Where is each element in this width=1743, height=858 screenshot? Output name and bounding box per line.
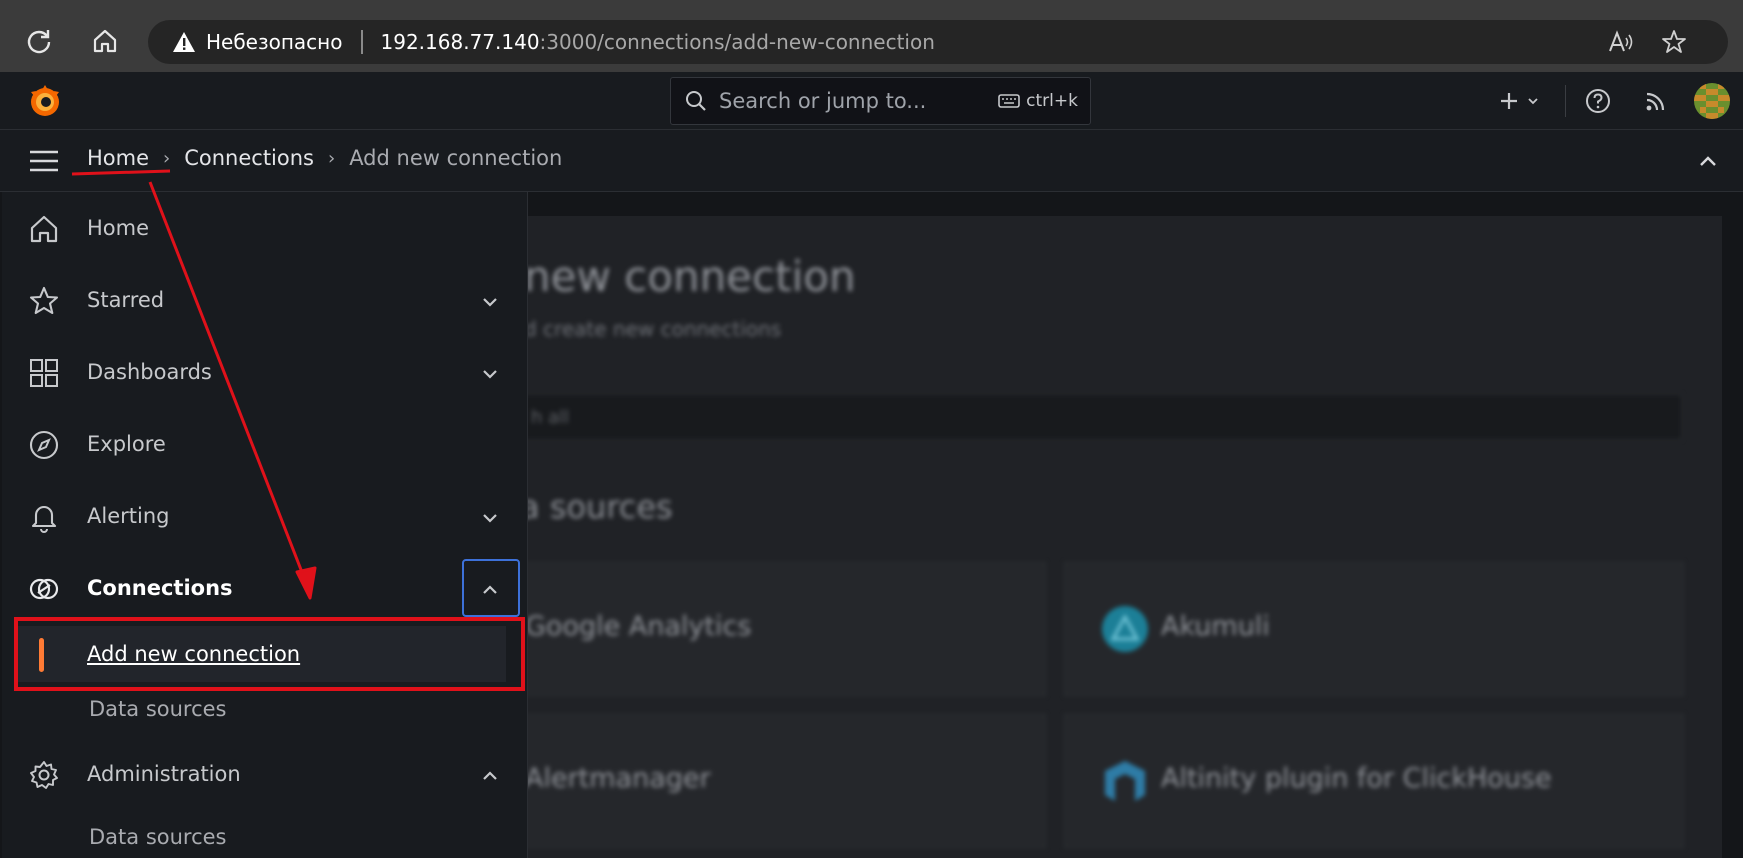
sidebar-item-dashboards[interactable]: Dashboards [2,345,528,401]
compass-icon [29,430,59,460]
search-input[interactable]: Search or jump to... ctrl+k [670,77,1091,125]
datasource-card-label: Akumuli [1161,611,1270,642]
chevron-down-icon[interactable] [479,507,501,529]
sidebar-item-explore[interactable]: Explore [2,417,528,473]
connections-collapse-button[interactable] [462,559,520,617]
sidebar-item-label: Explore [87,432,166,456]
home-icon[interactable] [86,22,124,60]
datasource-card-label: Alertmanager [525,763,711,794]
datasource-card[interactable]: Alertmanager [520,714,1046,848]
search-shortcut: ctrl+k [998,91,1078,111]
sidebar-item-administration[interactable]: Administration [2,747,528,803]
address-divider [360,30,363,54]
datasource-card[interactable]: Akumuli [1064,562,1684,696]
warning-icon[interactable] [172,31,196,53]
sidebar-item-label: Alerting [87,504,170,528]
sidebar-item-alerting[interactable]: Alerting [2,489,528,545]
sidebar-item-label: Dashboards [87,360,212,384]
sidebar-menu: Home Starred Dashboards Explore Alerting… [2,192,528,858]
bell-icon [31,506,57,533]
akumuli-icon [1102,606,1148,652]
shortcut-text: ctrl+k [1026,91,1078,111]
browser-toolbar: Небезопасно 192.168.77.140:3000/connecti… [0,0,1743,72]
url-host[interactable]: 192.168.77.140 [381,30,540,54]
connections-icon [29,578,59,600]
page-title: new connection [524,252,856,301]
address-bar[interactable]: Небезопасно 192.168.77.140:3000/connecti… [148,20,1728,64]
datasource-card-label: Altinity plugin for ClickHouse [1161,763,1552,794]
gear-icon [30,761,58,789]
grafana-logo[interactable] [26,82,64,120]
connections-search-placeholder: h all [531,407,570,428]
reload-icon[interactable] [20,22,58,60]
dashboards-grid-icon [30,359,58,387]
news-feed-icon[interactable] [1640,82,1672,120]
grafana-topbar: Search or jump to... ctrl+k [0,72,1743,130]
sidebar-item-label: Home [87,216,150,240]
datasource-card-label: Google Analytics [525,611,752,642]
new-dropdown-button[interactable] [1494,82,1544,120]
breadcrumb-current: Add new connection [349,146,563,170]
search-icon [686,91,706,111]
insecure-label[interactable]: Небезопасно [206,30,343,54]
screenshot-root: Небезопасно 192.168.77.140:3000/connecti… [0,0,1743,858]
sidebar-item-label: Starred [87,288,165,312]
section-heading: a sources [520,488,673,526]
star-icon [29,286,59,315]
sidebar-item-label: Connections [87,576,233,600]
sidebar-item-home[interactable]: Home [2,201,528,257]
chevron-up-icon[interactable] [1696,150,1720,174]
chevron-down-icon [1528,98,1538,105]
breadcrumb: Home › Connections › Add new connection [87,146,562,170]
home-icon [30,215,58,243]
menu-toggle-icon[interactable] [28,150,60,172]
datasource-card[interactable]: Google Analytics [520,562,1046,696]
breadcrumb-separator: › [163,147,171,169]
breadcrumb-home[interactable]: Home [87,146,149,170]
chevron-down-icon[interactable] [479,291,501,313]
read-aloud-icon[interactable] [1604,24,1640,60]
avatar[interactable] [1694,83,1730,119]
sidebar-subitem-admin-data-sources[interactable]: Data sources [89,825,227,849]
sidebar-item-starred[interactable]: Starred [2,273,528,329]
annotation-highlight-box [14,617,525,691]
keyboard-icon [998,94,1020,108]
chevron-down-icon[interactable] [479,363,501,385]
sidebar-item-label: Administration [87,762,241,786]
sidebar-item-connections[interactable]: Connections [2,561,528,617]
chevron-up-icon[interactable] [479,765,501,787]
breadcrumb-connections[interactable]: Connections [184,146,314,170]
breadcrumb-separator: › [327,147,336,169]
topbar-divider [1565,85,1566,117]
sidebar-subitem-data-sources[interactable]: Data sources [89,697,227,721]
url-path[interactable]: :3000/connections/add-new-connection [540,30,935,54]
favorite-star-icon[interactable] [1656,24,1692,60]
page-subtitle: d create new connections [524,317,782,341]
datasource-card[interactable]: Altinity plugin for ClickHouse [1064,714,1684,848]
connections-search-input[interactable]: h all [520,394,1682,440]
search-placeholder: Search or jump to... [719,89,927,113]
breadcrumb-bar: Home › Connections › Add new connection [0,130,1743,192]
plus-icon [1501,93,1517,109]
help-icon[interactable] [1582,82,1614,120]
altinity-icon [1105,761,1145,801]
